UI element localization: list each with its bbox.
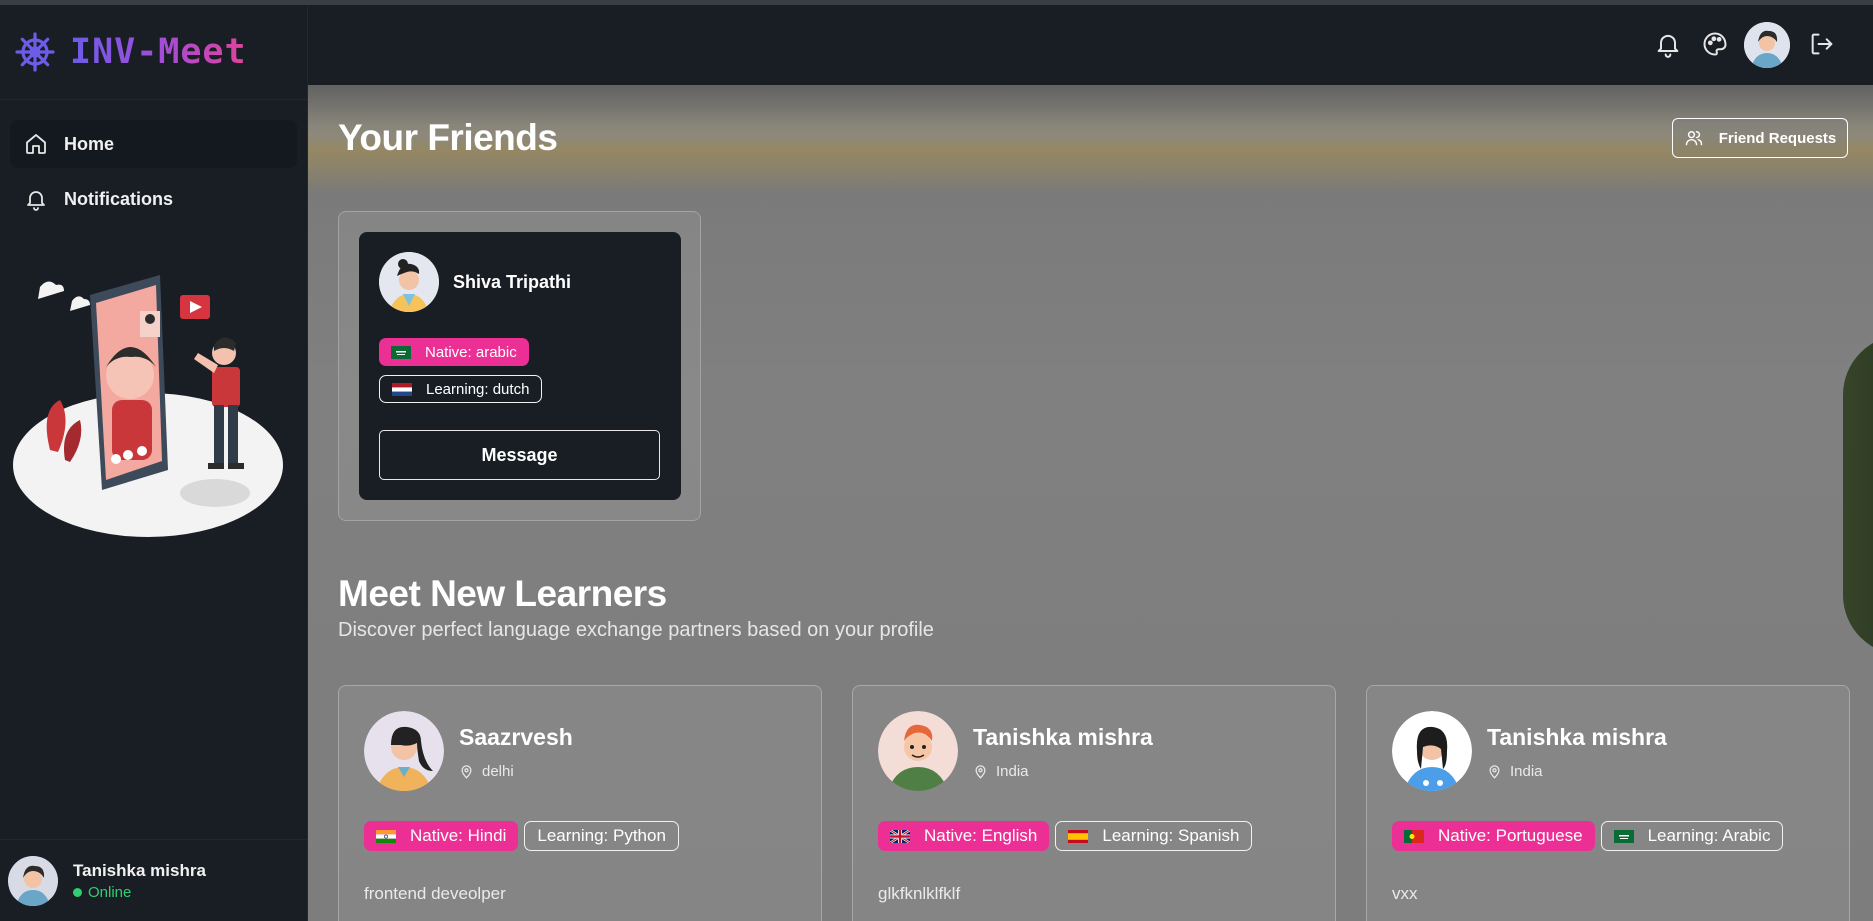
friend-card: Shiva Tripathi Native: arabic Learning: … [359,232,681,500]
map-pin-icon [1489,765,1500,779]
friend-requests-button[interactable]: Friend Requests [1672,118,1848,158]
learner-languages: Native: English Learning: Spanish [878,821,1258,851]
sidebar-item-notifications[interactable]: Notifications [10,175,297,223]
friends-list: Shiva Tripathi Native: arabic Learning: … [338,211,701,521]
learner-bio: frontend deveolper [364,884,506,903]
learner-bio: glkfknlklfklf [878,884,961,903]
ship-wheel-icon [15,32,55,72]
learner-bio: vxx [1392,884,1418,903]
sidebar-item-label: Notifications [64,188,174,209]
user-name: Tanishka mishra [73,860,206,880]
learning-language-label: Learning: Spanish [1102,826,1240,845]
learner-name: Tanishka mishra [1487,724,1667,750]
native-language-label: Native: Portuguese [1438,826,1583,845]
avatar [1392,711,1472,791]
friend-requests-label: Friend Requests [1718,129,1837,147]
avatar [8,855,58,906]
status-text: Online [88,883,132,901]
logout-button[interactable] [1805,27,1839,61]
friends-title: Your Friends [338,117,558,158]
learning-language-badge: Learning: Arabic [1600,821,1784,851]
avatar [379,252,439,312]
learner-location-text: India [1510,763,1543,780]
sidebar-item-label: Home [64,133,115,154]
spain-flag-icon [1068,829,1089,843]
theme-button[interactable] [1698,27,1732,61]
native-language-badge: Native: English [878,821,1050,851]
learner-name: Tanishka mishra [973,724,1153,750]
map-pin-icon [975,765,986,779]
learning-language-label: Learning: dutch [426,380,530,398]
learners-title: Meet New Learners [338,573,667,614]
home-icon [26,134,46,154]
video-call-illustration [13,275,283,537]
learner-location: delhi [459,763,514,780]
sidebar-item-home[interactable]: Home [10,120,297,168]
notifications-button[interactable] [1651,27,1685,61]
netherlands-flag-icon [392,382,412,396]
sidebar-nav: Home Notifications [0,100,307,223]
native-language-badge: Native: Portuguese [1392,821,1595,851]
avatar [364,711,444,791]
avatar [878,711,958,791]
logout-icon [1811,33,1833,55]
learners-subtitle: Discover perfect language exchange partn… [338,619,934,641]
learner-location: India [973,763,1029,780]
native-language-badge: Native: Hindi [364,821,519,851]
background-plant [1843,335,1873,655]
top-header [308,5,1873,85]
learner-location-text: India [996,763,1029,780]
learner-card: Saazrvesh delhi Native: Hindi Learning: … [338,685,822,921]
portugal-flag-icon [1404,829,1424,843]
learner-card: Tanishka mishra India Native: English Le… [852,685,1336,921]
learning-language-badge: Learning: Python [524,821,679,851]
learning-language-label: Learning: Arabic [1647,826,1771,845]
online-dot-icon [73,887,82,897]
learner-card: Tanishka mishra India Native: Portuguese… [1366,685,1850,921]
native-language-label: Native: English [924,826,1038,845]
sidebar: INV-Meet Home Notifications Tanishka mis… [0,5,308,921]
main-content: Your Friends Friend Requests Shiva Tripa… [308,85,1873,921]
status-badge: Online [73,884,206,901]
native-language-badge: Native: arabic [379,338,529,366]
sidebar-user[interactable]: Tanishka mishra Online [0,839,308,921]
learner-languages: Native: Portuguese Learning: Arabic [1392,821,1789,851]
bell-icon [1657,34,1679,58]
india-flag-icon [376,829,396,843]
bell-icon [27,191,45,211]
users-icon [1685,131,1702,146]
brand-name: INV-Meet [70,32,247,72]
saudi-flag-icon [1613,829,1634,843]
learner-location-text: delhi [482,763,514,780]
uk-flag-icon [890,829,910,843]
saudi-flag-icon [391,345,411,359]
learning-language-badge: Learning: Spanish [1055,821,1253,851]
learner-location: India [1487,763,1543,780]
native-language-label: Native: arabic [425,343,517,361]
avatar[interactable] [1744,22,1790,68]
learning-language-label: Learning: Python [537,826,666,845]
map-pin-icon [461,765,472,779]
native-language-label: Native: Hindi [410,826,507,845]
palette-icon [1703,32,1727,56]
learner-name: Saazrvesh [459,724,573,750]
brand[interactable]: INV-Meet [0,5,307,100]
friend-name: Shiva Tripathi [453,272,572,292]
learner-languages: Native: Hindi Learning: Python [364,821,685,851]
message-button[interactable]: Message [379,430,660,480]
learning-language-badge: Learning: dutch [379,375,543,403]
